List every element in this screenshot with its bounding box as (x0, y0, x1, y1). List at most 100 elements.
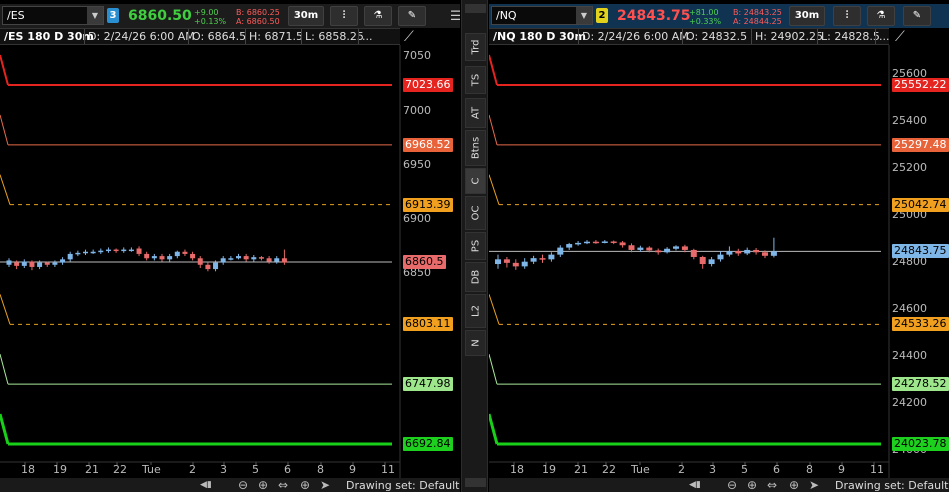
level-lead-red (489, 54, 498, 86)
level-lead-orange (489, 114, 498, 145)
candle-body (266, 258, 272, 262)
time-tick-label: 22 (602, 463, 616, 476)
time-tick-label: 21 (85, 463, 99, 476)
level-tag-red: 25552.22 (892, 78, 949, 92)
candle-body (744, 249, 751, 254)
candle-body (128, 249, 134, 252)
level-lead-dashed (489, 174, 500, 205)
side-tab-l2[interactable]: L2 (465, 294, 486, 328)
crosshair-icon[interactable]: ⊕ (300, 478, 310, 492)
crosshair-icon[interactable]: ⊕ (789, 478, 799, 492)
pan-icon[interactable]: ⇔ (278, 478, 288, 492)
level-tag-dashed: 25042.74 (892, 197, 949, 212)
level-tag-last: 6860.5 (403, 255, 446, 270)
candle-body (673, 246, 679, 249)
candle-body (90, 251, 96, 254)
candle-body (566, 244, 573, 248)
candle-body (197, 258, 203, 265)
side-tab-at[interactable]: AT (465, 98, 486, 128)
side-tab-btns[interactable]: Btns (465, 130, 486, 166)
candle-body (121, 249, 127, 252)
time-tick-label: 22 (113, 463, 127, 476)
side-tab-oc[interactable]: OC (465, 196, 486, 230)
candle-body (98, 250, 104, 253)
candle-body (735, 251, 742, 254)
drawing-set-label[interactable]: Drawing set: Default (835, 479, 948, 492)
side-tab-ts[interactable]: TS (465, 66, 486, 94)
level-tag-dashed: 6913.39 (403, 197, 453, 212)
time-tick-label: 2 (189, 463, 196, 476)
candle-body (503, 259, 510, 263)
level-tag-dashed: 6803.11 (403, 317, 453, 332)
price-chart-nq[interactable] (489, 0, 949, 492)
price-tick-label: 24400 (892, 348, 927, 362)
zoom-out-icon[interactable]: ⊖ (238, 478, 248, 492)
level-tag-lightgreen: 6747.98 (403, 377, 453, 392)
candle-body (228, 258, 234, 260)
candle-body (14, 262, 20, 266)
candle-body (655, 250, 662, 253)
drawing-set-label[interactable]: Drawing set: Default (346, 479, 459, 492)
zoom-in-icon[interactable]: ⊕ (258, 478, 268, 492)
candle-body (770, 251, 777, 256)
level-tag-last: 24843.75 (892, 244, 949, 259)
candle-body (637, 247, 644, 250)
level-tag-lightgreen: 24278.52 (892, 377, 949, 392)
level-lead-orange (0, 114, 9, 145)
candle-body (681, 246, 688, 250)
candle-body (182, 251, 188, 254)
candle-body (29, 261, 35, 267)
side-tab-n[interactable]: N (465, 330, 486, 356)
price-chart-es[interactable] (0, 0, 460, 492)
time-tick-label: 19 (53, 463, 67, 476)
candle-body (753, 249, 760, 253)
candle-body (601, 241, 608, 243)
level-tag-green: 24023.78 (892, 437, 949, 451)
side-tab-ps[interactable]: PS (465, 232, 486, 260)
time-tick-label: Tue (142, 463, 161, 476)
candle-body (44, 262, 50, 265)
candle-body (174, 251, 180, 257)
time-tick-label: 5 (741, 463, 748, 476)
level-lead-lightgreen (489, 354, 498, 385)
side-tab-label: Trd (470, 39, 481, 55)
candle-body (664, 248, 671, 253)
level-tag-orange: 6968.52 (403, 137, 453, 152)
level-tag-green: 6692.84 (403, 437, 453, 451)
time-tick-label: 11 (870, 463, 884, 476)
side-tab-c[interactable]: C (465, 168, 486, 194)
side-tab-label: AT (470, 106, 481, 120)
candle-body (762, 252, 768, 256)
zoom-in-icon[interactable]: ⊕ (747, 478, 757, 492)
time-tick-label: 11 (381, 463, 395, 476)
candle-body (243, 256, 249, 260)
side-tab-db[interactable]: DB (465, 262, 486, 292)
candle-body (495, 259, 501, 265)
candle-body (37, 262, 43, 267)
pan-icon[interactable]: ⇔ (767, 478, 777, 492)
candle-body (628, 245, 635, 250)
time-tick-label: 18 (21, 463, 35, 476)
candle-body (105, 249, 111, 252)
time-tick-label: 2 (678, 463, 685, 476)
tabs-scroll-up[interactable] (465, 4, 486, 13)
scroll-left-icon[interactable]: ◀▮ (200, 478, 212, 492)
candle-body (708, 259, 715, 265)
time-tick-label: 3 (220, 463, 227, 476)
candle-body (610, 241, 617, 243)
time-tick-label: 3 (709, 463, 716, 476)
side-tab-label: N (470, 339, 481, 347)
scroll-left-icon[interactable]: ◀▮ (689, 478, 701, 492)
side-tab-trd[interactable]: Trd (465, 33, 486, 61)
time-axis-es: 18 19 21 22 Tue 2 3 5 6 8 9 11 (0, 463, 400, 477)
time-tick-label: 19 (542, 463, 556, 476)
candle-body (205, 264, 211, 270)
level-tag-dashed: 24533.26 (892, 317, 949, 332)
cursor-icon[interactable]: ➤ (320, 478, 330, 492)
tabs-scroll-down[interactable] (465, 478, 486, 487)
candle-body (21, 261, 27, 266)
cursor-icon[interactable]: ➤ (809, 478, 819, 492)
candle-body (136, 248, 142, 254)
level-tag-red: 7023.66 (403, 78, 453, 92)
zoom-out-icon[interactable]: ⊖ (727, 478, 737, 492)
